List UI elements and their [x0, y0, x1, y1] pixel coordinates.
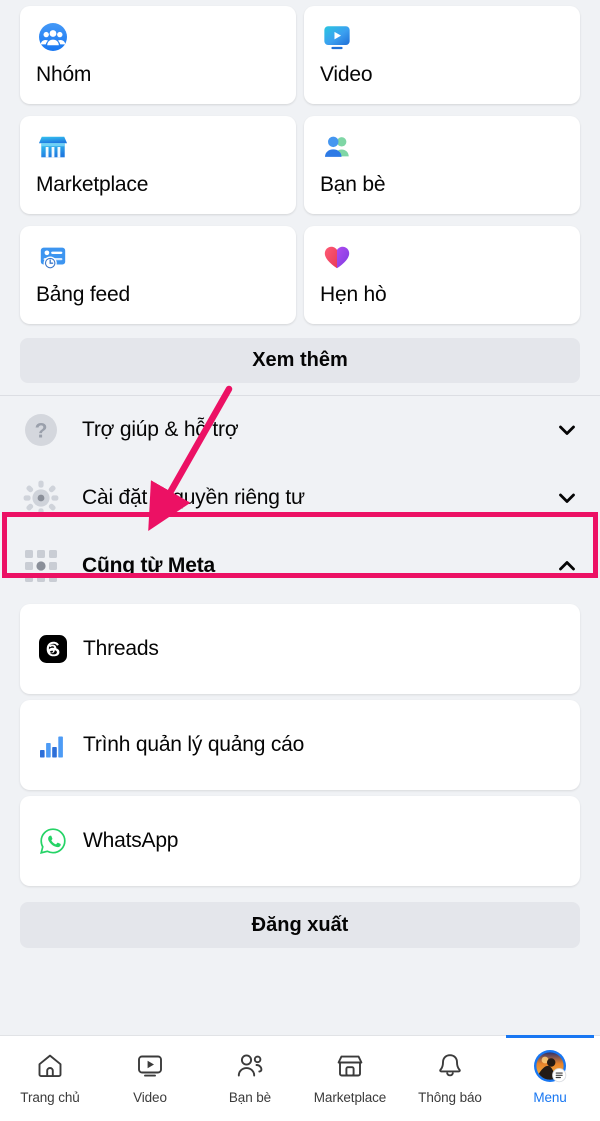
- accordion-label: Trợ giúp & hỗ trợ: [82, 418, 239, 441]
- shortcut-tile-label: Bạn bè: [320, 173, 386, 196]
- see-more-section: Xem thêm: [0, 324, 600, 395]
- meta-app-whatsapp[interactable]: WhatsApp: [20, 796, 580, 886]
- shortcut-tile-friends[interactable]: Bạn bè: [304, 116, 580, 214]
- settings-gear-icon: [22, 479, 60, 517]
- shortcut-grid: Nhóm Video Marketplace Bạn bè Bảng feed …: [0, 0, 600, 324]
- nav-item-label: Marketplace: [313, 1090, 387, 1105]
- svg-text:?: ?: [35, 420, 48, 443]
- store-icon: [335, 1049, 365, 1083]
- threads-icon: [38, 634, 68, 664]
- meta-apps-list: Threads Trình quản lý quảng cáo WhatsApp: [0, 600, 600, 886]
- accordion-row-settings-privacy[interactable]: Cài đặt & quyền riêng tư: [0, 464, 600, 532]
- accordion-label: Cài đặt & quyền riêng tư: [82, 486, 305, 509]
- friends-outline-icon: [235, 1049, 265, 1083]
- accordion-row-help-support[interactable]: ? Trợ giúp & hỗ trợ: [0, 396, 600, 464]
- marketplace-icon: [36, 130, 70, 164]
- meta-app-label: Trình quản lý quảng cáo: [83, 733, 305, 756]
- friends-icon: [320, 130, 354, 164]
- nav-item-label: Bạn bè: [228, 1090, 272, 1105]
- chevron-down-icon[interactable]: [556, 487, 578, 509]
- meta-app-label: WhatsApp: [83, 829, 179, 852]
- shortcut-tile-groups[interactable]: Nhóm: [20, 6, 296, 104]
- home-icon: [35, 1049, 65, 1083]
- help-question-icon: ?: [22, 411, 60, 449]
- nav-item-video[interactable]: Video: [100, 1036, 200, 1121]
- nav-item-friends[interactable]: Bạn bè: [200, 1036, 300, 1121]
- nav-item-label: Thông báo: [418, 1090, 482, 1105]
- video-icon: [320, 20, 354, 54]
- accordion-row-also-from-meta[interactable]: Cũng từ Meta: [0, 532, 600, 600]
- nav-item-label: Menu: [533, 1090, 567, 1105]
- nav-item-menu[interactable]: Menu: [500, 1035, 600, 1121]
- feeds-icon: [36, 240, 70, 274]
- nav-item-label: Trang chủ: [20, 1090, 80, 1105]
- logout-button[interactable]: Đăng xuất: [20, 902, 580, 948]
- shortcut-tile-label: Bảng feed: [36, 283, 130, 306]
- meta-app-label: Threads: [83, 637, 159, 660]
- shortcut-tile-video[interactable]: Video: [304, 6, 580, 104]
- avatar-menu-icon: [533, 1049, 567, 1083]
- groups-icon: [36, 20, 70, 54]
- nav-item-label: Video: [133, 1090, 167, 1105]
- shortcut-tile-feeds[interactable]: Bảng feed: [20, 226, 296, 324]
- ads-manager-icon: [38, 730, 68, 760]
- facebook-menu-screen: Nhóm Video Marketplace Bạn bè Bảng feed …: [0, 0, 600, 1121]
- whatsapp-icon: [38, 826, 68, 856]
- nav-item-notifications[interactable]: Thông báo: [400, 1036, 500, 1121]
- bottom-navigation-bar: Trang chủ Video Bạn bè Marketplace Thông…: [0, 1035, 600, 1121]
- meta-app-ads-manager[interactable]: Trình quản lý quảng cáo: [20, 700, 580, 790]
- meta-apps-grid-icon: [22, 547, 60, 585]
- avatar: [533, 1049, 567, 1083]
- shortcut-tile-label: Video: [320, 63, 373, 86]
- logout-section: Đăng xuất: [0, 886, 600, 962]
- shortcut-tile-label: Marketplace: [36, 173, 149, 196]
- accordion-label: Cũng từ Meta: [82, 554, 215, 577]
- see-more-button[interactable]: Xem thêm: [20, 338, 580, 383]
- shortcut-tile-dating[interactable]: Hẹn hò: [304, 226, 580, 324]
- shortcut-tile-label: Hẹn hò: [320, 283, 387, 306]
- video-play-icon: [135, 1049, 165, 1083]
- shortcut-tile-marketplace[interactable]: Marketplace: [20, 116, 296, 214]
- chevron-up-icon[interactable]: [556, 555, 578, 577]
- nav-item-marketplace[interactable]: Marketplace: [300, 1036, 400, 1121]
- dating-heart-icon: [320, 240, 354, 274]
- shortcut-tile-label: Nhóm: [36, 63, 92, 86]
- meta-app-threads[interactable]: Threads: [20, 604, 580, 694]
- chevron-down-icon[interactable]: [556, 419, 578, 441]
- bell-icon: [435, 1049, 465, 1083]
- nav-item-home[interactable]: Trang chủ: [0, 1036, 100, 1121]
